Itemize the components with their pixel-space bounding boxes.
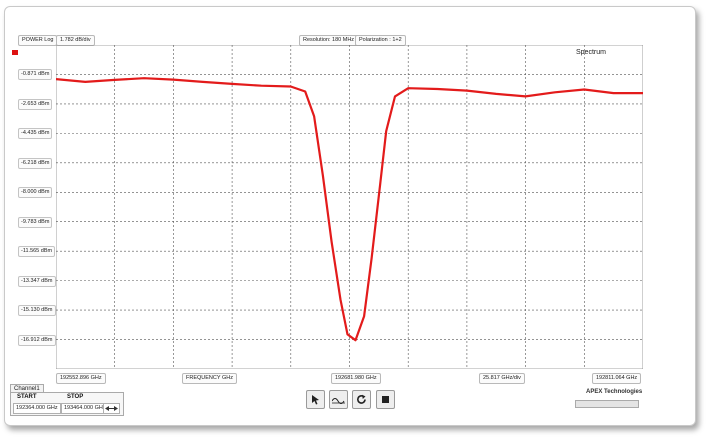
average-sweep-button[interactable] — [329, 390, 348, 409]
span-arrows-icon — [105, 406, 118, 411]
y-tick-label: -0.871 dBm — [18, 69, 53, 81]
y-tick-label: -9.783 dBm — [18, 216, 53, 228]
progress-bar — [575, 400, 639, 408]
cursor-arrow-icon — [312, 395, 319, 405]
y-tick-label: -2.653 dBm — [18, 98, 53, 110]
x-stop-label: 192811.064 GHz — [592, 373, 642, 384]
spectrum-plot[interactable]: Spectrum — [56, 45, 643, 369]
x-axis-title: FREQUENCY GHz — [182, 373, 237, 384]
stop-heading: STOP — [67, 394, 84, 400]
chart-title: Spectrum — [576, 49, 606, 56]
stop-sweep-button[interactable] — [376, 390, 395, 409]
y-tick-label: -13.347 dBm — [18, 275, 56, 287]
stop-icon — [382, 396, 389, 403]
power-mode-button[interactable]: POWER Log — [18, 35, 58, 46]
x-span-label: 25.817 GHz/div — [479, 373, 525, 384]
y-tick-label: -16.912 dBm — [18, 334, 56, 346]
repeat-sweep-button[interactable] — [352, 390, 371, 409]
y-tick-label: -4.435 dBm — [18, 128, 53, 140]
y-tick-label: -8.000 dBm — [18, 187, 53, 199]
start-frequency-field[interactable]: 192364.000 GHz — [13, 403, 61, 414]
y-tick-label: -6.218 dBm — [18, 157, 53, 169]
x-center-label: 192681.980 GHz — [331, 373, 381, 384]
sweep-wave-icon — [332, 398, 345, 404]
start-heading: START — [17, 394, 37, 400]
refresh-icon — [357, 394, 366, 404]
channel-panel: START STOP 192364.000 GHz 193464.000 GHz — [10, 392, 124, 416]
trace-color-marker — [12, 50, 18, 55]
x-start-label: 192552.896 GHz — [56, 373, 106, 384]
y-tick-label: -15.130 dBm — [18, 305, 56, 317]
span-arrows-button[interactable] — [103, 403, 120, 414]
single-sweep-button[interactable] — [306, 390, 325, 409]
brand-name: APEX Technologies — [586, 389, 643, 395]
stop-frequency-field[interactable]: 193464.000 GHz — [61, 403, 109, 414]
y-tick-label: -11.565 dBm — [18, 246, 56, 258]
